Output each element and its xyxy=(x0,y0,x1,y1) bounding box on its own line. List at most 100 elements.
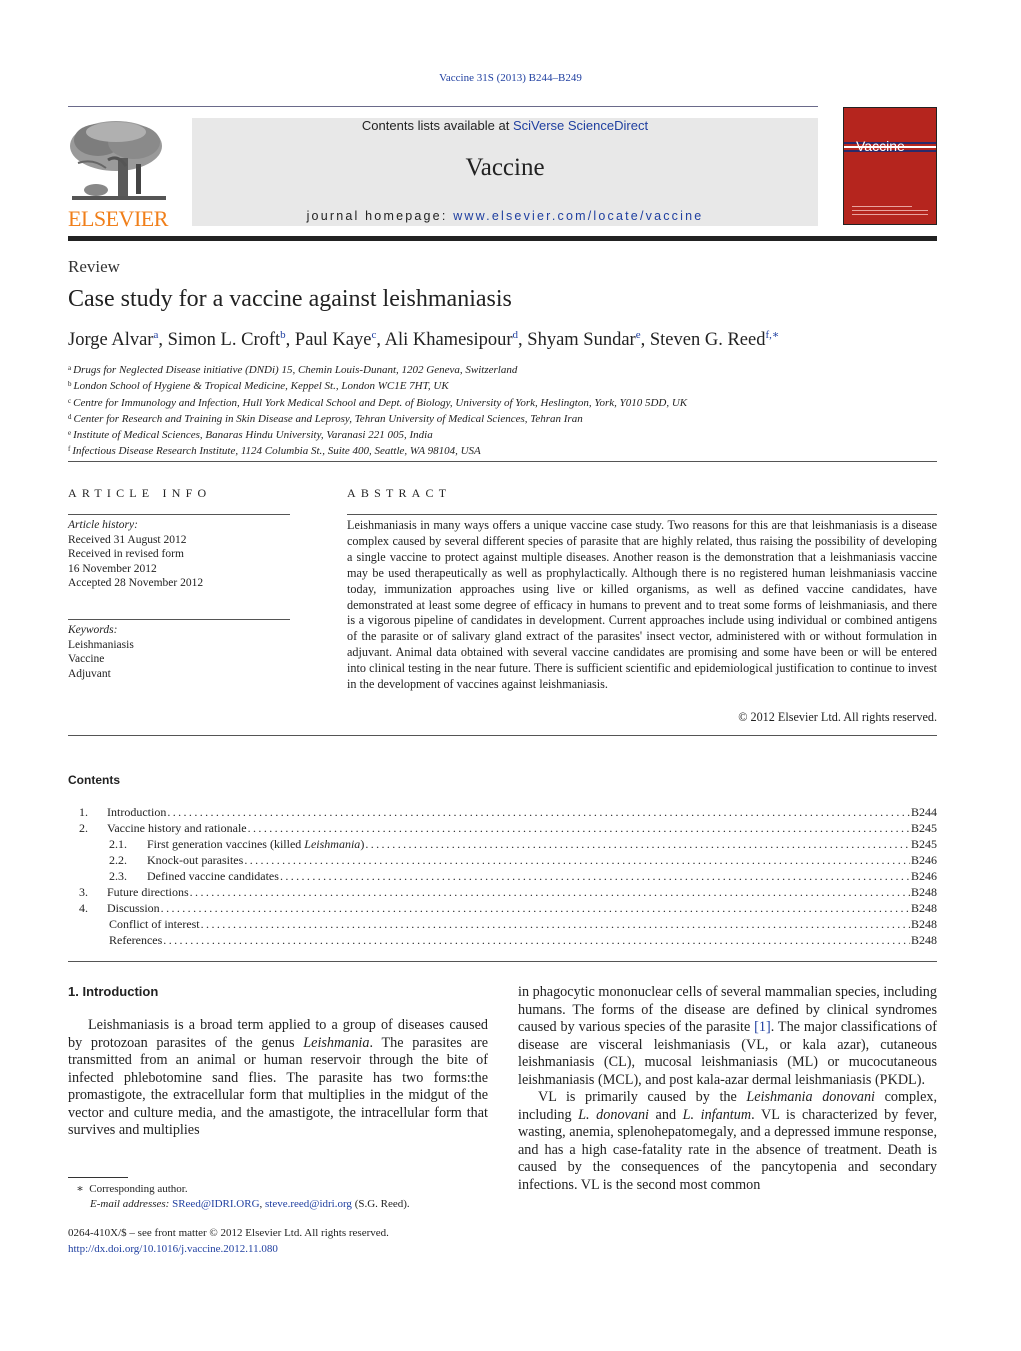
email-link[interactable]: SReed@IDRI.ORG xyxy=(172,1198,259,1210)
affiliation-key: a xyxy=(68,364,72,372)
toc-page: B248 xyxy=(910,917,937,931)
affiliation: d Center for Research and Training in Ski… xyxy=(68,410,928,426)
email-label: E-mail addresses: xyxy=(90,1197,170,1210)
header-thick-divider xyxy=(68,236,937,241)
issn-line: 0264-410X/$ – see front matter © 2012 El… xyxy=(68,1227,389,1239)
author-affiliation-link[interactable]: f,∗ xyxy=(765,329,779,341)
affiliation-key: c xyxy=(68,396,72,405)
author-affiliation-link[interactable]: c xyxy=(371,329,376,341)
body-paragraph: in phagocytic mononuclear cells of sever… xyxy=(518,984,937,1088)
author-affiliation-link[interactable]: e xyxy=(636,329,641,341)
toc-entry[interactable]: 2.3. Defined vaccine candidates B246 xyxy=(68,869,937,885)
journal-homepage-link[interactable]: www.elsevier.com/locate/vaccine xyxy=(453,209,703,223)
author-name: Jorge Alvar xyxy=(68,330,154,350)
affiliation: f Infectious Disease Research Institute, … xyxy=(68,442,928,458)
journal-homepage-line: journal homepage: www.elsevier.com/locat… xyxy=(192,209,818,223)
toc-number: 2.1. xyxy=(109,837,127,851)
article-info-divider xyxy=(68,619,290,620)
section-divider xyxy=(68,735,937,736)
keywords-label: Keywords: xyxy=(68,624,118,636)
toc-page: B248 xyxy=(910,901,937,915)
journal-banner: Contents lists available at SciVerse Sci… xyxy=(192,118,818,226)
article-history: Article history: Received 31 August 2012… xyxy=(68,518,203,591)
affiliation-key: b xyxy=(68,380,72,389)
article-history-label: Article history: xyxy=(68,519,138,531)
journal-cover-image[interactable]: Vaccine xyxy=(843,107,937,225)
toc-title[interactable]: Discussion xyxy=(107,901,160,916)
author-affiliation-link[interactable]: d xyxy=(513,329,519,341)
abstract-copyright: © 2012 Elsevier Ltd. All rights reserved… xyxy=(738,710,937,724)
toc-leader-dots xyxy=(280,869,910,884)
section-divider xyxy=(68,961,937,962)
toc-title[interactable]: Conflict of interest xyxy=(109,917,200,932)
toc-number: 4. xyxy=(79,901,88,915)
toc-title[interactable]: Future directions xyxy=(107,885,189,900)
keyword: Vaccine xyxy=(68,653,105,665)
affiliation-text: Infectious Disease Research Institute, 1… xyxy=(72,445,481,458)
affiliations: a Drugs for Neglected Disease initiative … xyxy=(68,361,928,459)
reference-link[interactable]: [1] xyxy=(754,1019,771,1035)
body-column-right: in phagocytic mononuclear cells of sever… xyxy=(518,984,937,1194)
toc-entry[interactable]: 1. Introduction B244 xyxy=(68,805,937,821)
toc-page: B244 xyxy=(910,805,937,819)
toc-number: 2. xyxy=(79,821,88,835)
author-name: Steven G. Reed xyxy=(649,330,766,350)
history-entry: Received in revised form xyxy=(68,548,184,560)
affiliation: b London School of Hygiene & Tropical Med… xyxy=(68,377,928,393)
journal-citation-link[interactable]: Vaccine 31S (2013) B244–B249 xyxy=(0,72,1021,84)
toc-title[interactable]: Vaccine history and rationale xyxy=(107,821,247,836)
table-of-contents: 1. Introduction B244 2. Vaccine history and… xyxy=(68,805,937,949)
section-divider xyxy=(68,461,937,462)
toc-leader-dots xyxy=(244,853,910,868)
toc-page: B245 xyxy=(910,821,937,835)
toc-title[interactable]: First generation vaccines (killed Leishm… xyxy=(147,837,364,852)
cover-fine-text xyxy=(852,206,912,207)
history-entry: 16 November 2012 xyxy=(68,562,157,575)
toc-entry[interactable]: References B248 xyxy=(68,933,937,949)
doi-link[interactable]: http://dx.doi.org/10.1016/j.vaccine.2012… xyxy=(68,1242,389,1258)
toc-title[interactable]: Knock-out parasites xyxy=(147,853,243,868)
toc-leader-dots xyxy=(161,901,910,916)
affiliation-key: e xyxy=(68,429,72,438)
footnote-divider xyxy=(68,1177,128,1178)
elsevier-logo: ELSEVIER xyxy=(68,118,170,231)
toc-entry[interactable]: 3. Future directions B248 xyxy=(68,885,937,901)
section-heading-introduction: 1. Introduction xyxy=(68,984,159,999)
toc-number: 1. xyxy=(79,805,88,819)
keyword: Leishmaniasis xyxy=(68,638,134,651)
author-affiliation-link[interactable]: b xyxy=(280,329,286,341)
toc-number: 2.2. xyxy=(109,853,127,867)
toc-entry[interactable]: 2.2. Knock-out parasites B246 xyxy=(68,853,937,869)
abstract-divider xyxy=(347,514,937,515)
cover-fine-text xyxy=(852,214,928,215)
affiliation-text: Centre for Immunology and Infection, Hul… xyxy=(73,396,688,409)
issn-doi-block: 0264-410X/$ – see front matter © 2012 El… xyxy=(68,1226,389,1257)
email-link[interactable]: steve.reed@idri.org xyxy=(265,1198,352,1210)
affiliation: c Centre for Immunology and Infection, Hu… xyxy=(68,394,928,410)
author: Shyam Sundare xyxy=(527,329,641,350)
article-info-divider xyxy=(68,514,290,515)
article-info-heading: ARTICLE INFO xyxy=(68,486,212,500)
elsevier-wordmark: ELSEVIER xyxy=(68,206,168,231)
history-entry: Accepted 28 November 2012 xyxy=(68,577,204,589)
toc-entry[interactable]: 4. Discussion B248 xyxy=(68,901,937,917)
header-divider xyxy=(68,106,818,107)
toc-title[interactable]: References xyxy=(109,933,162,948)
toc-title[interactable]: Introduction xyxy=(107,805,166,820)
author-affiliation-link[interactable]: a xyxy=(153,329,158,341)
toc-entry[interactable]: 2. Vaccine history and rationale B245 xyxy=(68,821,937,837)
abstract-heading: ABSTRACT xyxy=(347,486,452,500)
sciencedirect-link[interactable]: SciVerse ScienceDirect xyxy=(513,118,648,133)
toc-entry[interactable]: Conflict of interest B248 xyxy=(68,917,937,933)
toc-title[interactable]: Defined vaccine candidates xyxy=(147,869,279,884)
asterisk-icon: ∗ xyxy=(76,1183,84,1195)
toc-entry[interactable]: 2.1. First generation vaccines (killed Le… xyxy=(68,837,937,853)
toc-number: 3. xyxy=(79,885,88,899)
toc-leader-dots xyxy=(167,805,910,820)
toc-page: B245 xyxy=(910,837,937,851)
toc-leader-dots xyxy=(163,933,910,948)
body-paragraph: Leishmaniasis is a broad term applied to… xyxy=(68,1017,488,1138)
history-entry: Received 31 August 2012 xyxy=(68,533,187,546)
toc-page: B246 xyxy=(910,869,937,883)
author: Simon L. Croftb xyxy=(168,329,286,350)
